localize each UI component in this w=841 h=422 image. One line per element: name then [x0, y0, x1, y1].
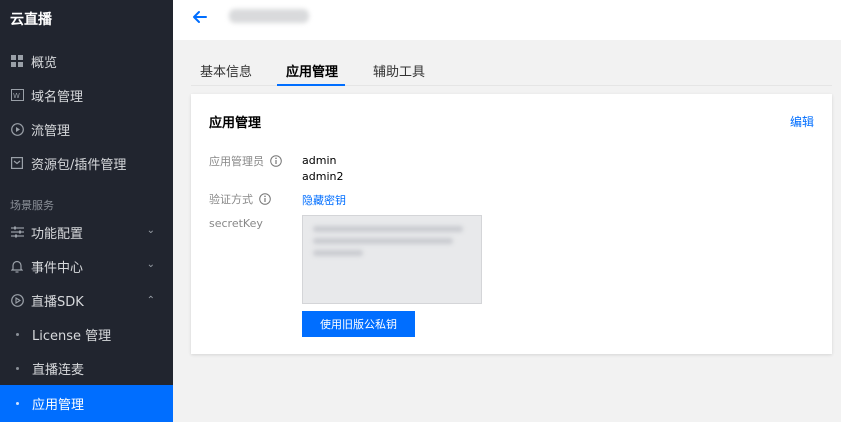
sidebar-subitem-license[interactable]: License 管理: [0, 317, 173, 351]
domain-icon: W: [10, 88, 24, 102]
use-legacy-keypair-button[interactable]: 使用旧版公私钥: [302, 311, 415, 337]
active-tab-indicator: [277, 84, 345, 86]
sidebar-item-package[interactable]: 资源包/插件管理: [0, 146, 173, 180]
sidebar-subitem-label: 直播连麦: [32, 362, 85, 378]
hide-key-link[interactable]: 隐藏密钥: [302, 192, 346, 208]
sidebar-subitem-label: 应用管理: [32, 398, 85, 413]
sidebar: 云直播 概览 W 域名管理 流管理 资源包/插件管理 场景服务 功能配置 ⌄ 事…: [0, 0, 173, 422]
chevron-down-icon: ⌄: [146, 259, 155, 270]
tab-bar: 基本信息 应用管理 辅助工具: [191, 56, 832, 86]
info-icon[interactable]: [270, 155, 282, 167]
sidebar-item-label: 流管理: [31, 123, 71, 139]
sidebar-subitem-app-management[interactable]: 应用管理: [0, 385, 173, 422]
card-title: 应用管理: [209, 116, 262, 131]
tab-tools[interactable]: 辅助工具: [373, 61, 425, 86]
sidebar-item-event-center[interactable]: 事件中心 ⌄: [0, 249, 173, 283]
redacted-line: [313, 250, 363, 256]
arrow-left-icon[interactable]: [191, 8, 209, 26]
redacted-line: [313, 226, 463, 232]
play-circle-icon: [10, 122, 24, 136]
page-header: [173, 0, 841, 40]
admins-label: 应用管理员: [209, 153, 282, 169]
sidebar-item-stream[interactable]: 流管理: [0, 112, 173, 146]
sidebar-item-label: 事件中心: [31, 260, 84, 276]
sidebar-item-label: 域名管理: [31, 89, 84, 105]
svg-text:W: W: [13, 92, 20, 100]
tab-basic-info[interactable]: 基本信息: [200, 61, 252, 86]
sidebar-item-feature-config[interactable]: 功能配置 ⌄: [0, 215, 173, 249]
sidebar-subitem-co-anchoring[interactable]: 直播连麦: [0, 351, 173, 385]
play-square-icon: [10, 293, 24, 307]
bell-icon: [10, 259, 24, 273]
admins-label-text: 应用管理员: [209, 155, 264, 168]
bullet-icon: [16, 332, 19, 336]
package-icon: [10, 156, 24, 170]
bullet-icon: [16, 366, 19, 370]
sidebar-item-overview[interactable]: 概览: [0, 44, 173, 78]
sidebar-item-live-sdk[interactable]: 直播SDK ⌃: [0, 283, 173, 317]
sidebar-item-label: 概览: [31, 55, 58, 71]
sidebar-subitem-label: License 管理: [32, 328, 112, 344]
chevron-down-icon: ⌄: [146, 225, 155, 236]
sidebar-item-label: 功能配置: [31, 226, 84, 242]
app-management-card: 应用管理 编辑 应用管理员 admin admin2 验证方式 隐藏密钥 sec…: [191, 94, 832, 354]
sliders-icon: [10, 225, 24, 239]
redacted-line: [313, 238, 453, 244]
edit-link[interactable]: 编辑: [790, 113, 814, 130]
auth-label: 验证方式: [209, 191, 271, 207]
grid-icon: [10, 54, 24, 68]
app-id-title-redacted: [229, 9, 309, 23]
info-icon[interactable]: [259, 193, 271, 205]
chevron-up-icon: ⌃: [146, 295, 155, 306]
secret-key-box-redacted: [302, 215, 482, 304]
sidebar-item-domain[interactable]: W 域名管理: [0, 78, 173, 112]
tab-app-management[interactable]: 应用管理: [286, 61, 338, 86]
admin-value: admin: [302, 154, 337, 167]
auth-label-text: 验证方式: [209, 193, 253, 206]
section-label-scene: 场景服务: [10, 199, 54, 212]
sidebar-item-label: 资源包/插件管理: [31, 157, 127, 173]
admin-value: admin2: [302, 170, 344, 183]
brand-title: 云直播: [10, 12, 52, 28]
sidebar-item-label: 直播SDK: [31, 294, 84, 310]
bullet-icon: [16, 402, 19, 405]
secretkey-label: secretKey: [209, 217, 263, 230]
